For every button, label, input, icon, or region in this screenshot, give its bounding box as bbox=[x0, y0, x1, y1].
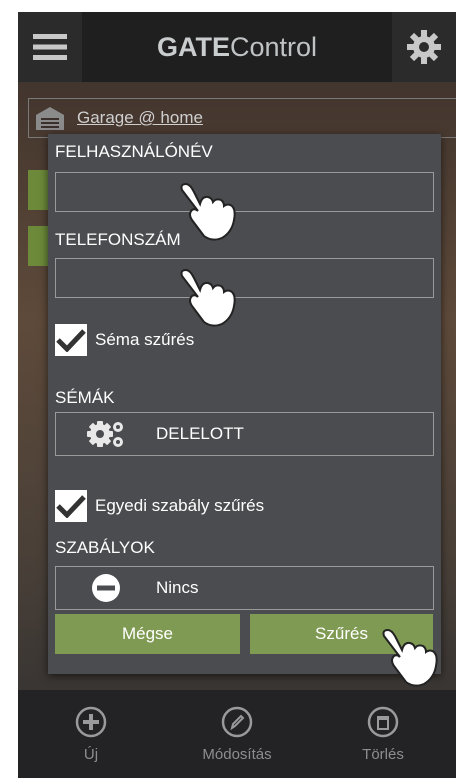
edit-button[interactable]: Módosítás bbox=[164, 690, 310, 778]
app-title-bold: GATE bbox=[156, 31, 230, 62]
new-label: Új bbox=[83, 745, 99, 763]
app-title: GATE Control bbox=[82, 12, 392, 82]
plus-circle-icon bbox=[75, 706, 107, 737]
pointing-hand-icon bbox=[180, 182, 236, 241]
rule-select[interactable]: Nincs bbox=[55, 566, 434, 610]
delete-button[interactable]: Törlés bbox=[310, 690, 456, 778]
app-title-rest: Control bbox=[229, 31, 318, 62]
schema-filter-label: Séma szűrés bbox=[95, 330, 195, 349]
checkmark-icon bbox=[56, 495, 86, 518]
app-header: GATE Control bbox=[18, 12, 456, 82]
new-button[interactable]: Új bbox=[18, 690, 164, 778]
settings-button[interactable] bbox=[392, 12, 456, 82]
gear-icon bbox=[407, 30, 441, 64]
gears-icon bbox=[87, 421, 123, 447]
checkbox-box bbox=[55, 490, 87, 522]
rule-filter-checkbox[interactable]: Egyedi szabály szűrés bbox=[55, 490, 264, 522]
menu-button[interactable] bbox=[18, 12, 82, 82]
schemas-label: SÉMÁK bbox=[55, 388, 115, 407]
schema-select[interactable]: DELELOTT bbox=[55, 412, 434, 456]
checkbox-box bbox=[55, 324, 87, 356]
username-label: FELHASZNÁLÓNÉV bbox=[55, 142, 213, 161]
device-label: Garage @ home bbox=[77, 108, 203, 127]
minus-circle-icon bbox=[92, 574, 120, 602]
pencil-circle-icon bbox=[221, 706, 253, 737]
rule-filter-label: Egyedi szabály szűrés bbox=[95, 496, 265, 515]
app-screen: GATE Control Garage @ home FELHASZNÁLÓNÉ… bbox=[18, 12, 456, 778]
phone-label: TELEFONSZÁM bbox=[55, 230, 181, 249]
garage-icon bbox=[36, 107, 64, 130]
checkmark-icon bbox=[56, 329, 86, 352]
hamburger-icon bbox=[33, 34, 67, 60]
delete-label: Törlés bbox=[362, 745, 404, 763]
pointing-hand-icon bbox=[180, 268, 236, 327]
device-row[interactable]: Garage @ home bbox=[28, 98, 456, 138]
bottom-toolbar: Új Módosítás Törlés bbox=[18, 690, 456, 778]
cancel-button[interactable]: Mégse bbox=[55, 614, 240, 654]
edit-label: Módosítás bbox=[202, 745, 272, 763]
schema-filter-checkbox[interactable]: Séma szűrés bbox=[55, 324, 194, 356]
rules-label: SZABÁLYOK bbox=[55, 538, 155, 557]
rule-value: Nincs bbox=[156, 578, 199, 597]
trash-circle-icon bbox=[367, 706, 399, 737]
schema-value: DELELOTT bbox=[156, 424, 244, 443]
pointing-hand-icon bbox=[382, 628, 438, 687]
